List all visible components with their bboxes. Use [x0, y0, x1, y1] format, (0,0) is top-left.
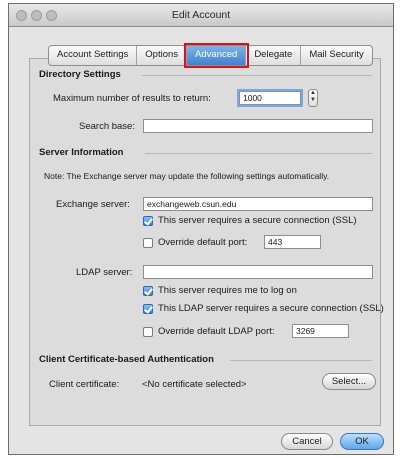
logon-checkbox[interactable]: [143, 286, 153, 296]
port-input[interactable]: 443: [264, 235, 321, 249]
exchange-server-input[interactable]: exchangeweb.csun.edu: [143, 197, 373, 211]
override-ldap-port-checkbox[interactable]: [143, 327, 153, 337]
tab-account-settings[interactable]: Account Settings: [49, 46, 138, 65]
select-certificate-button[interactable]: Select...: [322, 373, 376, 390]
close-window-icon[interactable]: [16, 10, 27, 21]
exchange-note: Note: The Exchange server may update the…: [44, 171, 330, 181]
ldap-ssl-checkbox[interactable]: [143, 304, 153, 314]
ssl-label: This server requires a secure connection…: [158, 215, 357, 226]
max-results-input[interactable]: 1000: [237, 89, 303, 107]
client-certificate-label: Client certificate:: [49, 379, 120, 390]
zoom-window-icon[interactable]: [46, 10, 57, 21]
exchange-server-label: Exchange server:: [56, 199, 130, 210]
stepper-arrows-icon[interactable]: ▲ ▼: [308, 89, 318, 107]
window-controls: [16, 10, 57, 21]
tab-advanced[interactable]: Advanced: [184, 43, 250, 68]
server-information-heading: Server Information: [39, 147, 124, 158]
tab-bar: Account Settings Options Advanced Delega…: [48, 43, 373, 68]
search-base-input[interactable]: [143, 119, 373, 133]
ok-button[interactable]: OK: [340, 433, 384, 450]
search-base-label: Search base:: [79, 121, 135, 132]
ldap-server-label: LDAP server:: [76, 267, 133, 278]
client-certificate-value: <No certificate selected>: [142, 379, 247, 390]
ldap-ssl-label: This LDAP server requires a secure conne…: [158, 303, 384, 314]
minimize-window-icon[interactable]: [31, 10, 42, 21]
edit-account-window: Edit Account Directory Settings Maximum …: [8, 3, 394, 455]
section-divider: [142, 75, 372, 76]
logon-label: This server requires me to log on: [158, 285, 297, 296]
ldap-server-input[interactable]: [143, 265, 373, 279]
override-port-checkbox[interactable]: [143, 238, 153, 248]
section-divider: [145, 153, 372, 154]
client-certificate-heading: Client Certificate-based Authentication: [39, 354, 214, 365]
override-port-label: Override default port:: [158, 237, 248, 248]
ssl-checkbox[interactable]: [143, 216, 153, 226]
tab-options[interactable]: Options: [137, 46, 188, 65]
max-results-label: Maximum number of results to return:: [53, 93, 211, 104]
cancel-button[interactable]: Cancel: [281, 433, 333, 450]
tab-delegate[interactable]: Delegate: [246, 46, 302, 65]
advanced-panel: Directory Settings Maximum number of res…: [29, 58, 384, 426]
directory-settings-heading: Directory Settings: [39, 69, 121, 80]
section-divider: [230, 360, 372, 361]
tab-mail-security[interactable]: Mail Security: [301, 46, 371, 65]
ldap-port-input[interactable]: 3269: [292, 324, 349, 338]
window-title: Edit Account: [171, 9, 231, 21]
title-bar: Edit Account: [9, 4, 393, 27]
override-ldap-port-label: Override default LDAP port:: [158, 326, 275, 337]
